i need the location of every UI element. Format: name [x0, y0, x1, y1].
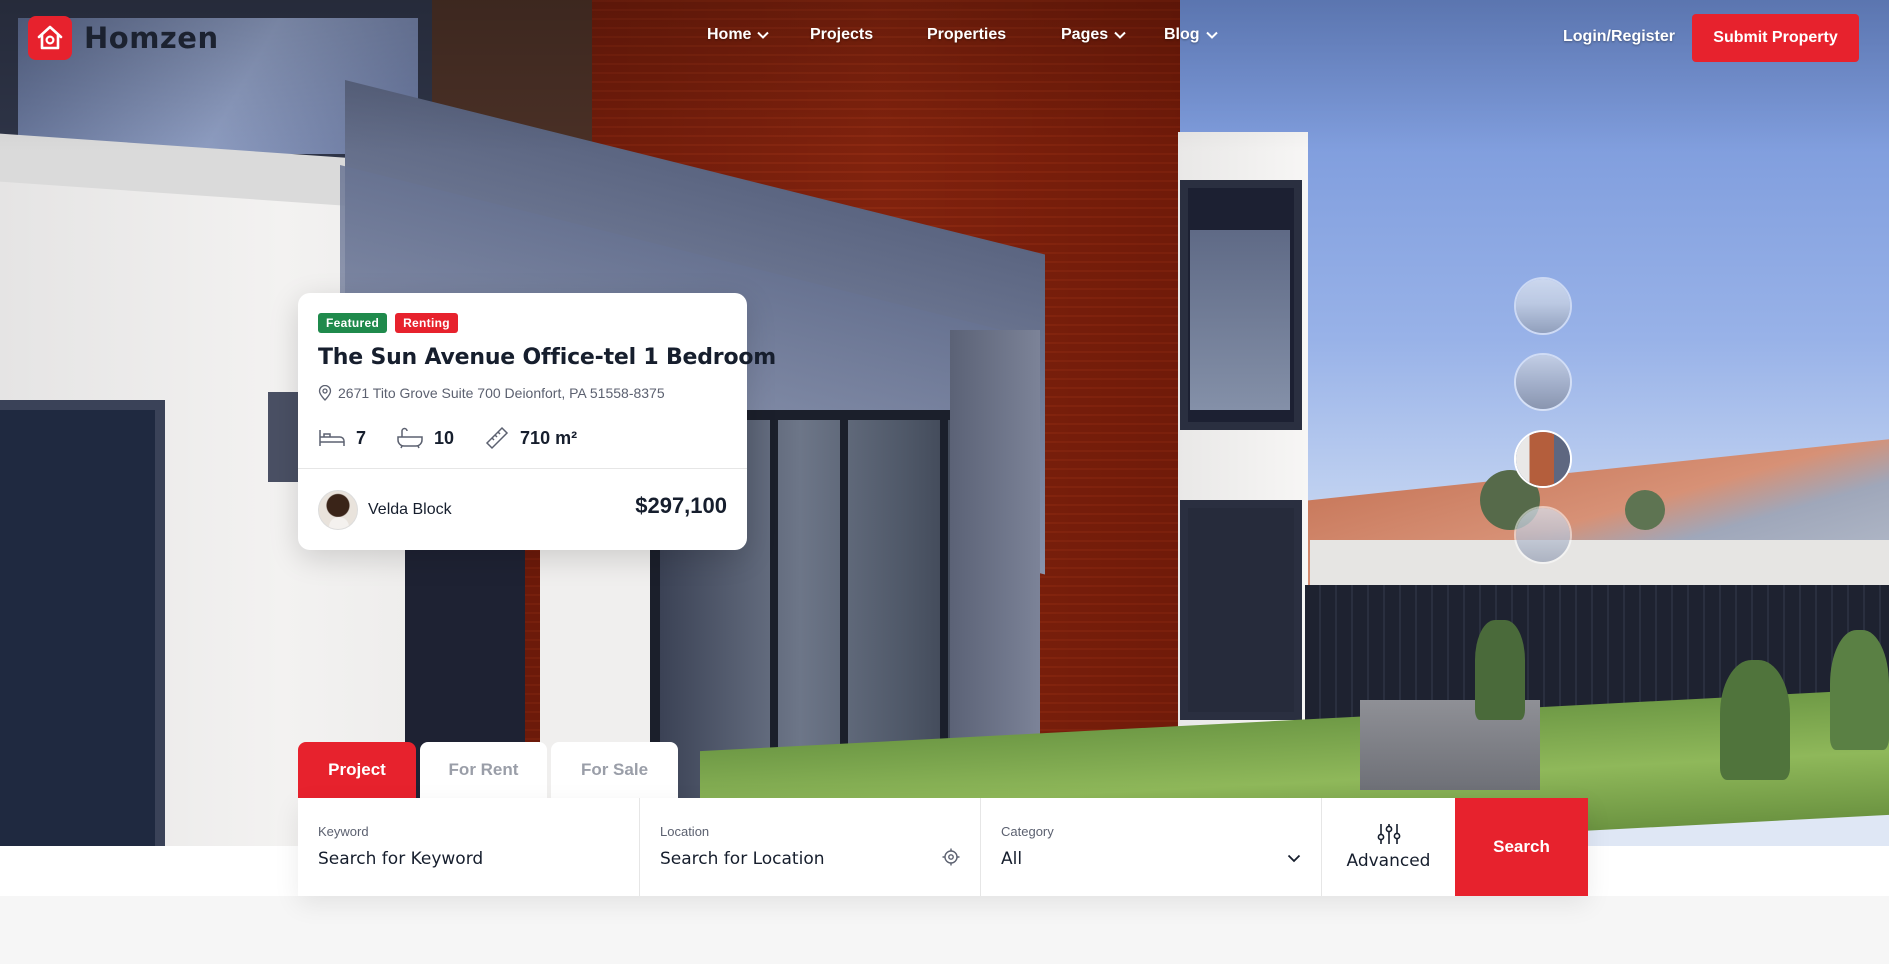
area-value: 710 m²: [520, 427, 578, 448]
advanced-label: Advanced: [1346, 851, 1431, 871]
chevron-down-icon: [757, 31, 770, 39]
address-text: 2671 Tito Grove Suite 700 Deionfort, PA …: [338, 385, 665, 401]
ruler-icon: [485, 426, 509, 450]
house-logo-icon: [28, 16, 72, 60]
bed-icon: [319, 430, 345, 446]
slide-thumbnail-active[interactable]: [1514, 430, 1572, 488]
property-price: $297,100: [635, 493, 727, 518]
nav-label: Projects: [810, 26, 874, 43]
agent-avatar: [318, 490, 358, 530]
beds-value: 7: [356, 427, 367, 448]
nav-item-blog[interactable]: Blog: [1164, 26, 1218, 44]
slide-thumbnail[interactable]: [1514, 353, 1572, 411]
advanced-filter-button[interactable]: Advanced: [1321, 798, 1455, 896]
agent-info[interactable]: Velda Block: [318, 490, 452, 530]
chevron-down-icon: [1205, 31, 1218, 39]
bathtub-icon: [397, 427, 423, 449]
property-badges: Featured Renting: [318, 313, 458, 333]
sliders-filter-icon: [1377, 824, 1400, 844]
category-label: Category: [1001, 824, 1054, 839]
location-field[interactable]: Location Search for Location: [639, 798, 980, 896]
card-divider: [298, 468, 747, 469]
property-address: 2671 Tito Grove Suite 700 Deionfort, PA …: [318, 385, 665, 401]
chevron-down-icon[interactable]: [1287, 854, 1301, 863]
spec-beds: 7: [318, 428, 366, 449]
tab-for-rent[interactable]: For Rent: [420, 742, 547, 798]
keyword-label: Keyword: [318, 824, 369, 839]
slide-thumbnail[interactable]: [1514, 277, 1572, 335]
locate-target-icon[interactable]: [942, 848, 960, 866]
login-register-link[interactable]: Login/Register: [1563, 28, 1675, 46]
nav-item-projects[interactable]: Projects: [810, 26, 873, 44]
nav-item-pages[interactable]: Pages: [1061, 26, 1126, 44]
search-tabs: Project For Rent For Sale: [298, 742, 678, 798]
logo[interactable]: Homzen: [28, 16, 219, 60]
nav-label: Pages: [1061, 26, 1109, 43]
chevron-down-icon: [1114, 31, 1126, 39]
property-specs: 7 10 710 m²: [318, 425, 607, 451]
tab-project[interactable]: Project: [298, 742, 416, 798]
logo-text: Homzen: [84, 21, 219, 55]
nav-item-home[interactable]: Home: [707, 26, 770, 44]
nav-item-properties[interactable]: Properties: [927, 26, 1006, 44]
category-field[interactable]: Category All: [980, 798, 1321, 896]
submit-property-button[interactable]: Submit Property: [1692, 14, 1859, 62]
category-select[interactable]: All: [1001, 849, 1301, 869]
search-button[interactable]: Search: [1455, 798, 1588, 896]
agent-name: Velda Block: [368, 501, 452, 518]
location-label: Location: [660, 824, 710, 839]
tab-for-sale[interactable]: For Sale: [551, 742, 678, 798]
nav-label: Properties: [927, 26, 1007, 43]
site-header: Homzen Home Projects Properties Pages Bl…: [0, 0, 1889, 76]
nav-label: Home: [707, 26, 752, 43]
location-input[interactable]: Search for Location: [660, 849, 960, 869]
keyword-input[interactable]: Search for Keyword: [318, 849, 619, 869]
property-card[interactable]: Featured Renting The Sun Avenue Office-t…: [298, 293, 776, 550]
renting-badge: Renting: [395, 313, 458, 333]
keyword-field[interactable]: Keyword Search for Keyword: [298, 798, 639, 896]
spec-area: 710 m²: [484, 425, 577, 451]
search-form: Keyword Search for Keyword Location Sear…: [298, 798, 1588, 896]
baths-value: 10: [434, 427, 455, 448]
property-title[interactable]: The Sun Avenue Office-tel 1 Bedroom: [318, 345, 776, 370]
spec-baths: 10: [396, 427, 454, 449]
featured-badge: Featured: [318, 313, 388, 333]
hero-background-image: [0, 0, 1889, 846]
map-pin-icon: [318, 385, 332, 401]
slide-thumbnail[interactable]: [1514, 506, 1572, 564]
nav-label: Blog: [1164, 26, 1200, 43]
